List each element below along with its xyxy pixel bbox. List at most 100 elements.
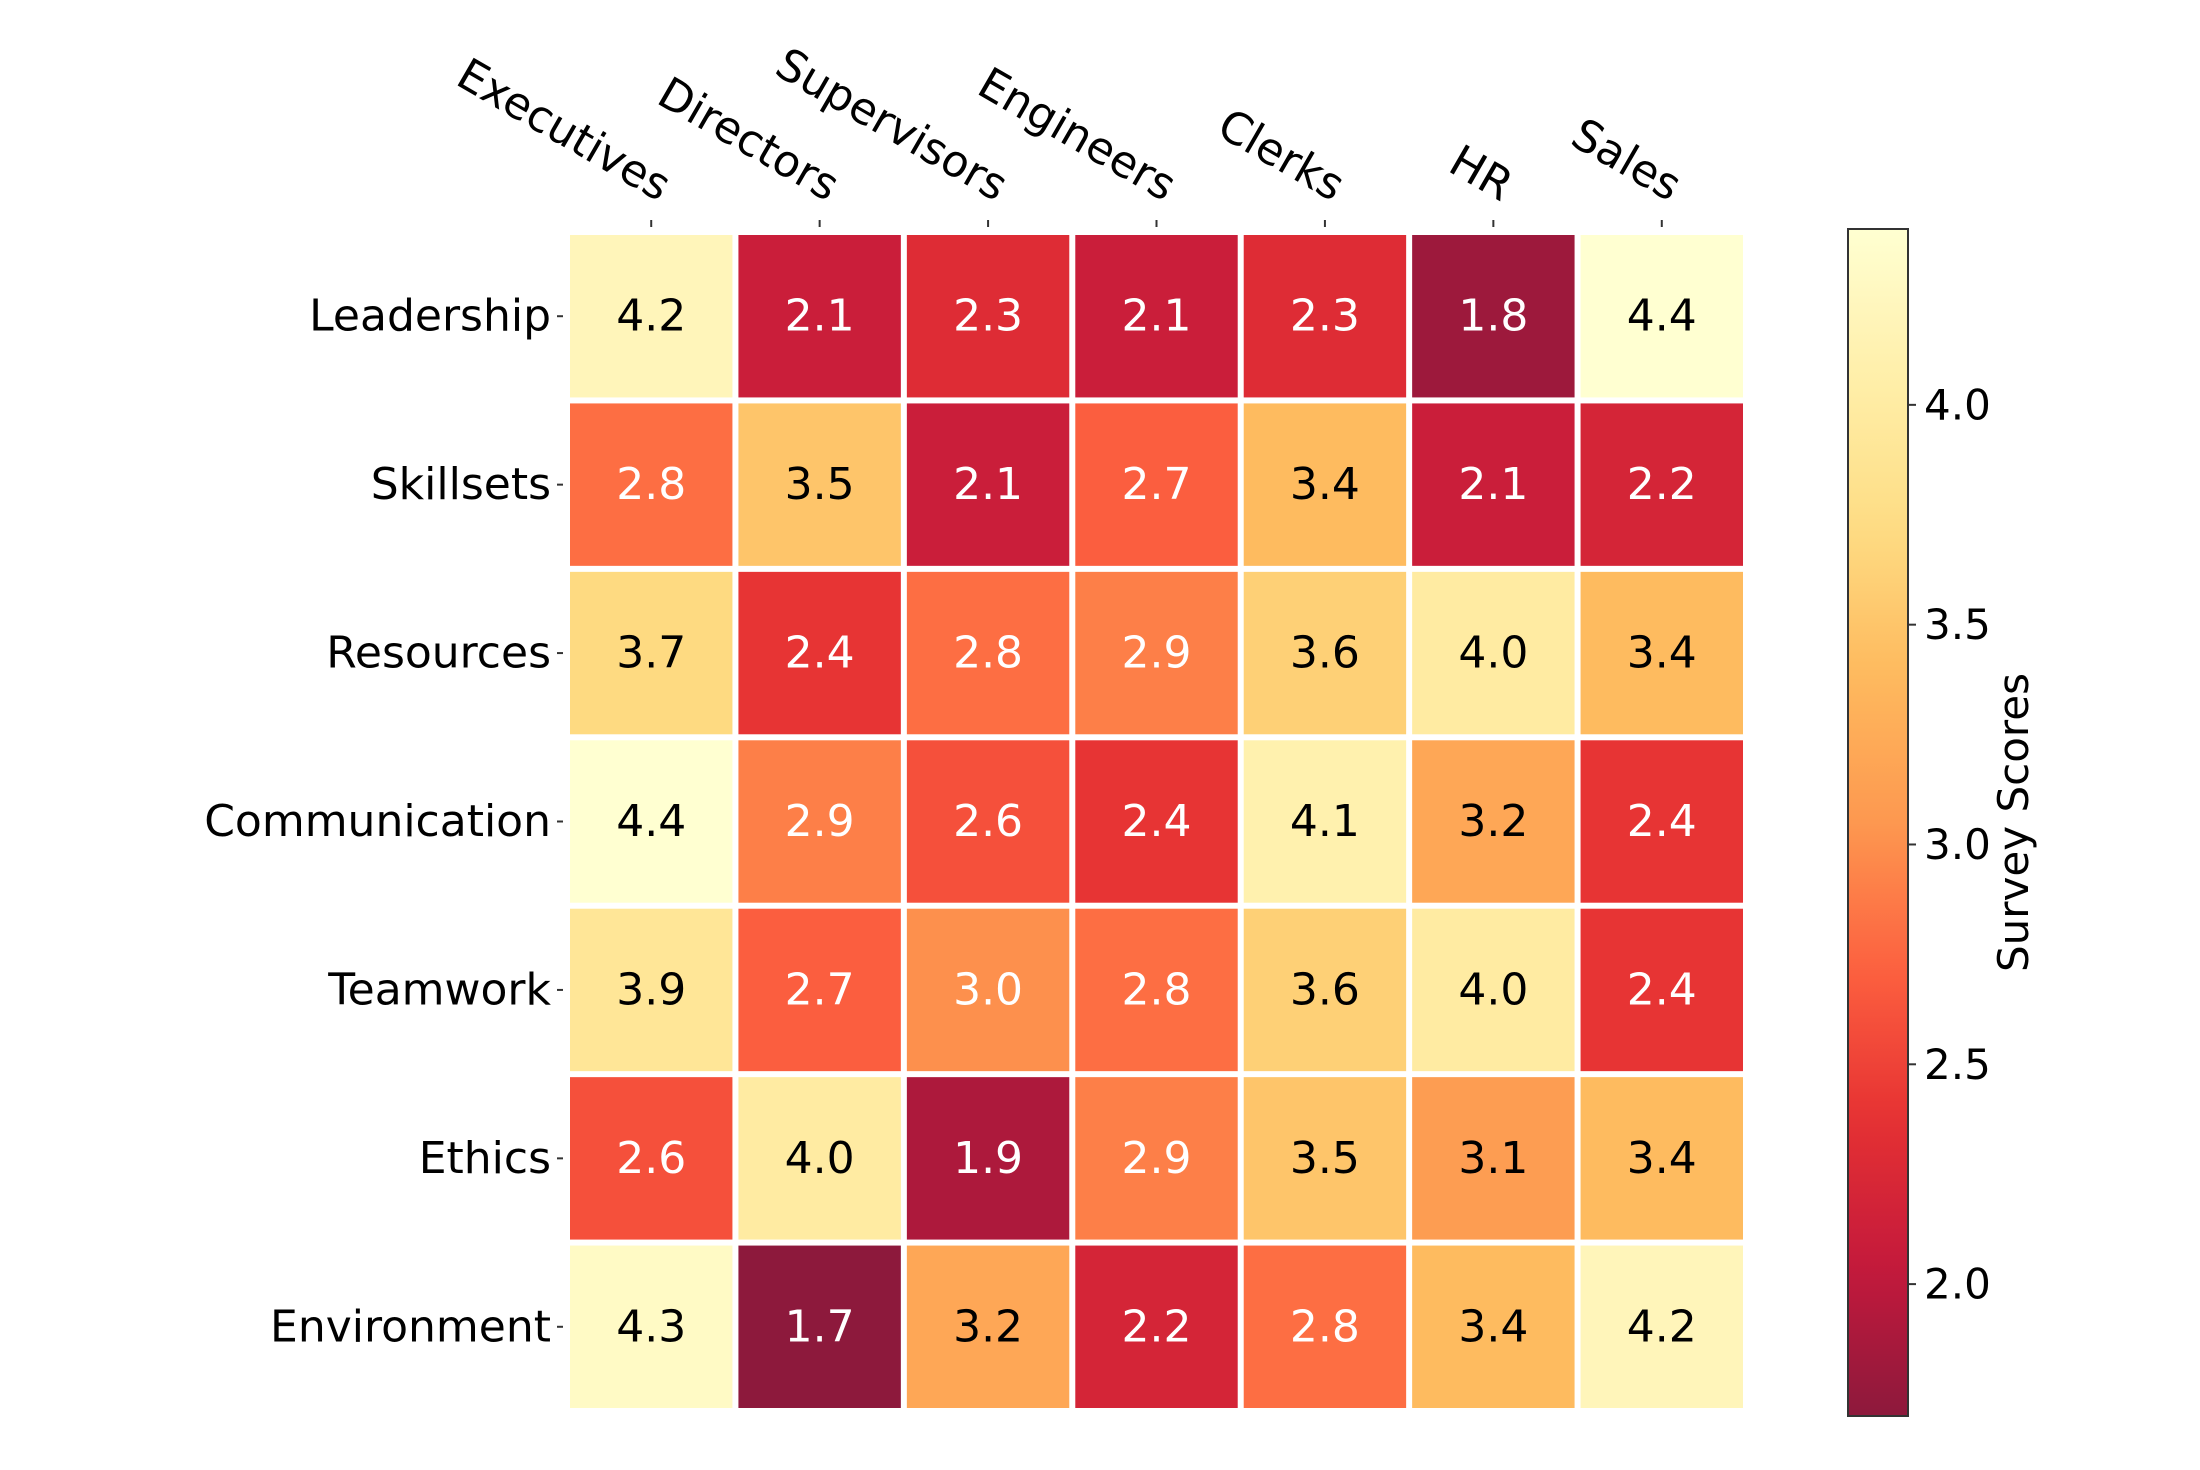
y-tick-label: Teamwork (327, 964, 551, 1015)
heatmap-cell: 3.6 (1243, 571, 1407, 735)
cell-value-label: 4.2 (1627, 1301, 1697, 1352)
cell-value-label: 3.6 (1290, 628, 1360, 679)
x-tick-label: Executives (448, 49, 679, 212)
cell-value-label: 3.2 (953, 1301, 1023, 1352)
heatmap-cell: 3.4 (1580, 571, 1743, 735)
heatmap-cell: 1.8 (1412, 235, 1575, 398)
heatmap-cell: 3.4 (1580, 1077, 1743, 1240)
heatmap-cell: 2.3 (1243, 235, 1407, 398)
cell-value-label: 2.2 (1122, 1301, 1192, 1352)
cell-value-label: 2.7 (785, 964, 855, 1015)
heatmap-cell: 2.3 (906, 235, 1070, 398)
cell-value-label: 2.9 (1122, 628, 1192, 679)
cell-value-label: 3.4 (1290, 459, 1360, 510)
heatmap-cell: 3.1 (1412, 1077, 1575, 1240)
heatmap-cell: 2.4 (738, 571, 901, 735)
cell-value-label: 2.4 (1122, 796, 1192, 847)
colorbar-tick-label: 2.0 (1924, 1260, 1991, 1309)
cell-value-label: 2.3 (1290, 291, 1360, 342)
heatmap-cell: 3.9 (570, 908, 733, 1072)
heatmap-cell: 2.1 (906, 403, 1070, 566)
heatmap-cell: 4.2 (570, 235, 733, 398)
heatmap-cell: 4.4 (1580, 235, 1743, 398)
cell-value-label: 2.4 (1627, 964, 1697, 1015)
column-labels: ExecutivesDirectorsSupervisorsEngineers C… (448, 38, 1690, 227)
heatmap-cell: 2.4 (1580, 740, 1743, 903)
heatmap-cell: 2.9 (1075, 571, 1238, 735)
cell-value-label: 3.4 (1627, 1133, 1697, 1184)
cell-value-label: 4.4 (1627, 291, 1697, 342)
colorbar-tick-label: 3.0 (1924, 820, 1991, 869)
heatmap-cell: 3.6 (1243, 908, 1407, 1072)
cell-value-label: 2.3 (953, 291, 1023, 342)
cell-value-label: 2.1 (785, 291, 855, 342)
colorbar-tick-label: 4.0 (1924, 380, 1991, 429)
row-labels: Leadership Skillsets Resources Communicatio… (204, 291, 563, 1352)
cell-value-label: 1.8 (1458, 291, 1528, 342)
cell-value-label: 4.0 (1458, 964, 1528, 1015)
heatmap-cell: 2.2 (1075, 1245, 1238, 1408)
heatmap-cell: 3.2 (1412, 740, 1575, 903)
cell-value-label: 4.2 (616, 291, 686, 342)
cell-value-label: 3.5 (1290, 1133, 1360, 1184)
heatmap-cell: 3.5 (738, 403, 901, 566)
colorbar: 2.0 2.5 3.0 3.5 4.0 Survey Scores (1847, 228, 2038, 1417)
cell-value-label: 3.1 (1458, 1133, 1528, 1184)
heatmap-cell: 4.0 (738, 1077, 901, 1240)
cell-value-label: 1.9 (953, 1133, 1023, 1184)
y-tick-label: Communication (204, 796, 551, 847)
heatmap-cell: 4.0 (1412, 571, 1575, 735)
heatmap-cell: 4.1 (1243, 740, 1407, 903)
cell-value-label: 2.8 (1290, 1301, 1360, 1352)
cell-value-label: 2.1 (1122, 291, 1192, 342)
heatmap-cell: 2.4 (1075, 740, 1238, 903)
heatmap-cell: 2.7 (738, 908, 901, 1072)
colorbar-tick-label: 3.5 (1924, 600, 1991, 649)
cell-value-label: 2.9 (785, 796, 855, 847)
heatmap-cell: 3.7 (570, 571, 733, 735)
cell-value-label: 2.4 (785, 628, 855, 679)
heatmap-cell: 2.6 (570, 1077, 733, 1240)
heatmap-cell: 2.9 (738, 740, 901, 903)
colorbar-ticks: 2.0 2.5 3.0 3.5 4.0 (1908, 380, 1991, 1309)
heatmap-cell: 4.4 (570, 740, 733, 903)
y-tick-label: Environment (270, 1301, 551, 1352)
cell-value-label: 3.2 (1458, 796, 1528, 847)
heatmap-chart: 4.2 2.1 2.3 2.1 2.3 1.8 4.4 2.8 3.5 2.1 2.7 3.4 2.1 2… (204, 38, 2038, 1417)
heatmap-cell: 2.1 (738, 235, 901, 398)
heatmap-cell: 2.8 (1243, 1245, 1407, 1408)
heatmap-cell: 2.9 (1075, 1077, 1238, 1240)
heatmap-cell: 2.4 (1580, 908, 1743, 1072)
heatmap-cell: 3.0 (906, 908, 1070, 1072)
y-tick-label: Leadership (309, 291, 551, 342)
colorbar-gradient (1847, 228, 1909, 1417)
cell-value-label: 2.8 (616, 459, 686, 510)
heatmap-cell: 3.5 (1243, 1077, 1407, 1240)
heatmap-cell: 2.8 (1075, 908, 1238, 1072)
cell-value-label: 4.4 (616, 796, 686, 847)
cell-value-label: 1.7 (785, 1301, 855, 1352)
x-tick-label: HR (1441, 136, 1522, 212)
heatmap-cell: 2.2 (1580, 403, 1743, 566)
cell-value-label: 3.5 (785, 459, 855, 510)
heatmap-cell: 2.8 (906, 571, 1070, 735)
y-tick-label: Resources (326, 628, 551, 679)
cell-value-label: 2.4 (1627, 796, 1697, 847)
y-tick-label: Ethics (419, 1133, 551, 1184)
cell-value-label: 2.2 (1627, 459, 1697, 510)
heatmap-cell: 2.1 (1075, 235, 1238, 398)
heatmap-cell: 4.2 (1580, 1245, 1743, 1408)
heatmap-cells: 4.2 2.1 2.3 2.1 2.3 1.8 4.4 2.8 3.5 2.1 2.7 3.4 2.1 2… (570, 235, 1743, 1408)
cell-value-label: 2.7 (1122, 459, 1192, 510)
cell-value-label: 3.4 (1458, 1301, 1528, 1352)
heatmap-cell: 2.1 (1412, 403, 1575, 566)
x-tick-label: Sales (1563, 109, 1690, 212)
cell-value-label: 2.6 (616, 1133, 686, 1184)
cell-value-label: 3.0 (953, 964, 1023, 1015)
heatmap-cell: 4.0 (1412, 908, 1575, 1072)
cell-value-label: 2.1 (953, 459, 1023, 510)
heatmap-cell: 1.7 (738, 1245, 901, 1408)
cell-value-label: 2.6 (953, 796, 1023, 847)
cell-value-label: 2.8 (1122, 964, 1192, 1015)
cell-value-label: 3.6 (1290, 964, 1360, 1015)
